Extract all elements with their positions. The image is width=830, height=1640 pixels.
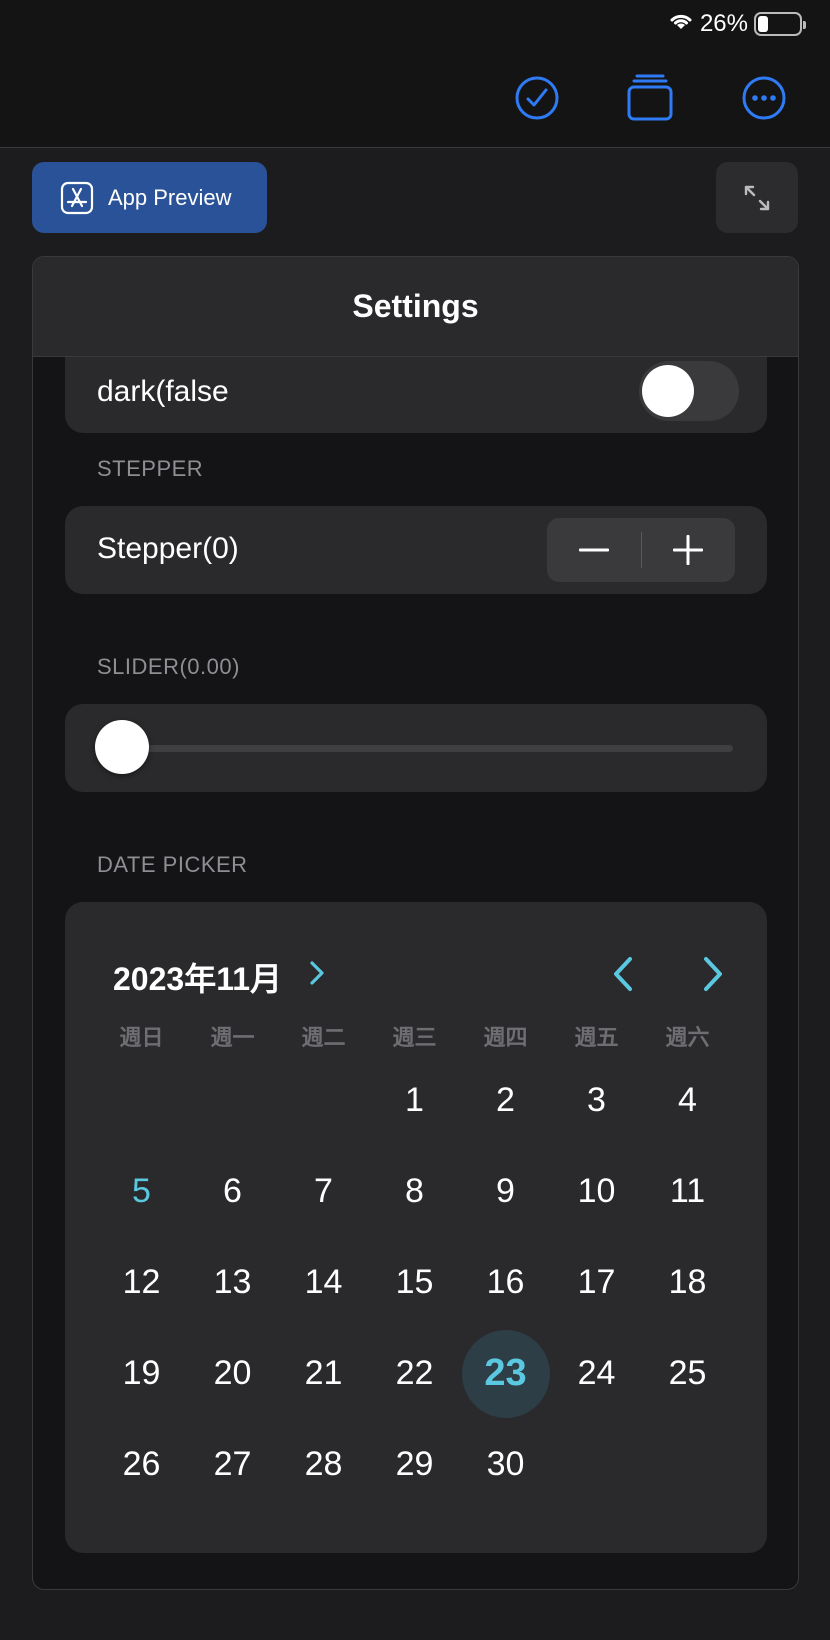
checkmark-circle-icon	[515, 76, 559, 120]
ellipsis-circle-icon	[742, 76, 786, 120]
status-bar: 26%	[668, 8, 806, 40]
calendar-empty-cell	[278, 1055, 369, 1146]
calendar-day[interactable]: 13	[187, 1237, 278, 1328]
calendar-day[interactable]: 10	[551, 1146, 642, 1237]
toggle-label: dark(false	[97, 375, 229, 408]
calendar-day[interactable]: 14	[278, 1237, 369, 1328]
slider-row	[65, 704, 767, 792]
calendar-day[interactable]: 21	[278, 1328, 369, 1419]
chevron-right-icon	[704, 957, 722, 991]
calendar-day[interactable]: 12	[96, 1237, 187, 1328]
calendar-day[interactable]: 6	[187, 1146, 278, 1237]
calendar-day[interactable]: 27	[187, 1419, 278, 1510]
chevron-right-icon[interactable]	[309, 960, 325, 991]
dark-mode-toggle[interactable]	[639, 361, 739, 421]
calendar-day[interactable]: 20	[187, 1328, 278, 1419]
more-button[interactable]	[740, 74, 788, 122]
checkmark-button[interactable]	[513, 74, 561, 122]
calendar-day[interactable]: 17	[551, 1237, 642, 1328]
calendar-day[interactable]: 8	[369, 1146, 460, 1237]
stepper-control	[547, 518, 735, 582]
expand-button[interactable]	[716, 162, 798, 233]
calendar-day[interactable]: 25	[642, 1328, 733, 1419]
chevron-left-icon	[614, 957, 632, 991]
stepper-increment-button[interactable]	[642, 518, 736, 582]
calendar-day[interactable]: 4	[642, 1055, 733, 1146]
weekday-label: 週六	[665, 1025, 710, 1050]
preview-pane: App Preview Settings dark(false STEPPER …	[0, 149, 830, 1640]
previous-month-button[interactable]	[603, 954, 643, 994]
calendar-day[interactable]: 7	[278, 1146, 369, 1237]
battery-icon	[754, 12, 806, 36]
month-year-button[interactable]: 2023年11月	[113, 954, 282, 1000]
top-bar: 26%	[0, 0, 830, 148]
calendar-day-grid: 1 2 3 4 5 6 7 8 9 10 11 12 13 14 15 16 17 18 19 20 21 22 23 24 2…	[96, 1055, 733, 1510]
app-preview-button[interactable]: App Preview	[32, 162, 267, 233]
calendar-empty-cell	[187, 1055, 278, 1146]
slider-thumb[interactable]	[95, 720, 149, 774]
tabs-stack-icon	[627, 74, 673, 121]
toggle-knob	[642, 365, 694, 417]
calendar-day-selected[interactable]: 23	[460, 1328, 551, 1419]
date-picker-section-header: DATE PICKER	[97, 852, 248, 877]
wifi-icon	[668, 10, 694, 38]
date-picker: 2023年11月 週日 週一 週二 週三 週四 週五 週六 1 2 3 4 5 6 7 8 9 10 11 12 1…	[65, 902, 767, 1553]
weekday-label: 週一	[210, 1025, 255, 1050]
stepper-row: Stepper(0)	[65, 506, 767, 594]
next-month-button[interactable]	[693, 954, 733, 994]
weekday-label: 週二	[301, 1025, 346, 1050]
slider-track[interactable]	[123, 745, 733, 752]
calendar-empty-cell	[96, 1055, 187, 1146]
calendar-day[interactable]: 19	[96, 1328, 187, 1419]
calendar-day[interactable]: 15	[369, 1237, 460, 1328]
calendar-day[interactable]: 5	[96, 1146, 187, 1237]
app-preview-label: App Preview	[108, 184, 232, 210]
weekday-label: 週日	[119, 1025, 164, 1050]
calendar-day[interactable]: 11	[642, 1146, 733, 1237]
calendar-day[interactable]: 16	[460, 1237, 551, 1328]
expand-arrows-icon	[744, 185, 770, 210]
settings-window: Settings dark(false STEPPER Stepper(0) S…	[32, 256, 799, 1590]
tabs-button[interactable]	[626, 74, 674, 122]
weekday-label: 週五	[574, 1025, 619, 1050]
calendar-day[interactable]: 3	[551, 1055, 642, 1146]
calendar-day[interactable]: 18	[642, 1237, 733, 1328]
slider-section-header: SLIDER(0.00)	[97, 654, 240, 679]
weekday-header-row: 週日 週一 週二 週三 週四 週五 週六	[96, 1020, 733, 1052]
battery-percent: 26%	[699, 10, 748, 37]
calendar-day[interactable]: 28	[278, 1419, 369, 1510]
minus-icon	[578, 548, 609, 552]
calendar-day[interactable]: 22	[369, 1328, 460, 1419]
calendar-day[interactable]: 9	[460, 1146, 551, 1237]
calendar-day[interactable]: 24	[551, 1328, 642, 1419]
window-title: Settings	[33, 257, 798, 357]
calendar-day[interactable]: 2	[460, 1055, 551, 1146]
calendar-day[interactable]: 30	[460, 1419, 551, 1510]
calendar-day[interactable]: 29	[369, 1419, 460, 1510]
stepper-section-header: STEPPER	[97, 456, 204, 481]
weekday-label: 週三	[392, 1025, 437, 1050]
app-store-icon	[60, 181, 94, 214]
weekday-label: 週四	[483, 1025, 528, 1050]
calendar-day[interactable]: 26	[96, 1419, 187, 1510]
stepper-decrement-button[interactable]	[547, 518, 641, 582]
plus-icon	[673, 535, 704, 565]
calendar-day[interactable]: 1	[369, 1055, 460, 1146]
stepper-label: Stepper(0)	[97, 532, 239, 565]
